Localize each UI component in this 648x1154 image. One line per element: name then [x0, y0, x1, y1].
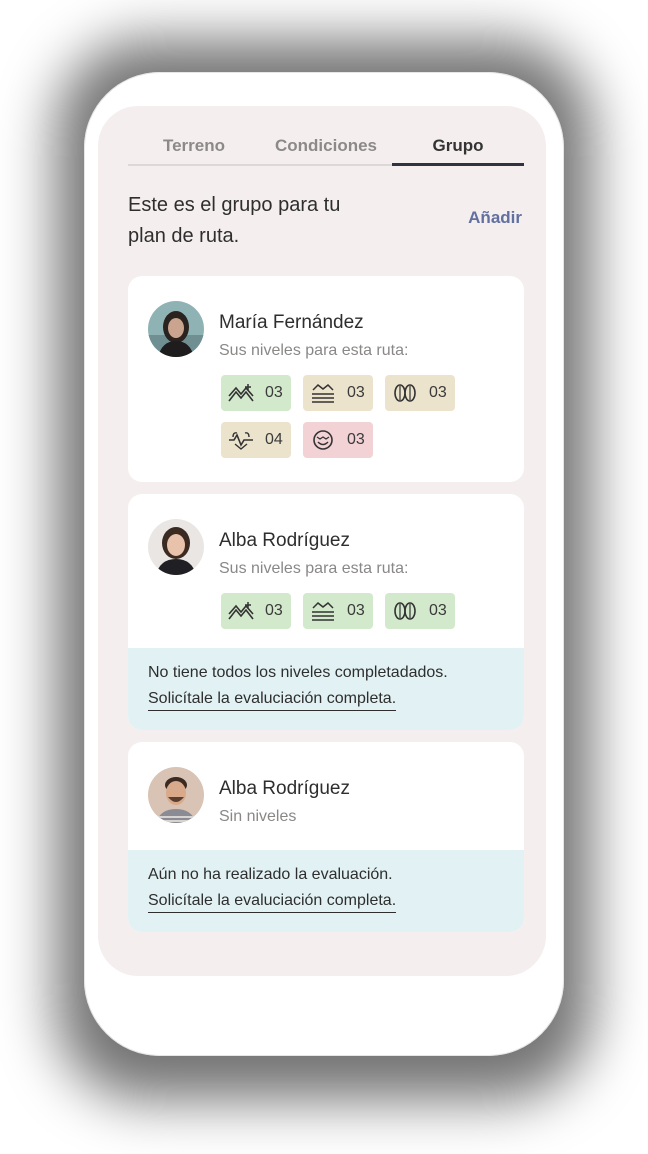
footprints-icon — [394, 384, 416, 402]
level-value: 03 — [347, 384, 365, 401]
level-chip: 04 — [221, 422, 291, 458]
level-list: 03 03 03 — [221, 593, 511, 633]
member-card[interactable]: Alba Rodríguez Sin niveles Aún no ha rea… — [128, 742, 524, 932]
avatar — [148, 519, 204, 575]
request-evaluation-link[interactable]: Solicítale la evaluciación completa. — [148, 688, 397, 711]
footprints-icon — [394, 602, 416, 620]
intro-text: Este es el grupo para tu plan de ruta. — [128, 194, 341, 247]
level-value: 03 — [265, 602, 283, 619]
level-chip: 03 — [303, 375, 373, 411]
app-screen: Terreno Condiciones Grupo Este es el gru… — [98, 106, 546, 976]
add-member-button[interactable]: Añadir — [468, 208, 522, 228]
mountain-sparkle-icon — [228, 384, 254, 402]
water-waves-icon — [312, 383, 334, 403]
tab-grupo[interactable]: Grupo — [392, 130, 524, 166]
incomplete-levels-notice: No tiene todos los niveles completadados… — [128, 648, 524, 730]
level-chip: 03 — [303, 593, 373, 629]
member-card[interactable]: María Fernández Sus niveles para esta ru… — [128, 276, 524, 482]
notice-text: Aún no ha realizado la evaluación. — [148, 866, 393, 883]
level-chip: 03 — [385, 593, 455, 629]
level-chip: 03 — [385, 375, 455, 411]
request-evaluation-link[interactable]: Solicítale la evaluciación completa. — [148, 890, 397, 913]
level-value: 04 — [265, 431, 283, 448]
tab-bar: Terreno Condiciones Grupo — [128, 130, 524, 166]
face-icon — [313, 430, 333, 450]
tab-terreno[interactable]: Terreno — [128, 130, 260, 164]
level-value: 03 — [347, 431, 365, 448]
member-card[interactable]: Alba Rodríguez Sus niveles para esta rut… — [128, 494, 524, 730]
tab-condiciones[interactable]: Condiciones — [260, 130, 392, 164]
member-subtitle: Sus niveles para esta ruta: — [219, 560, 409, 577]
level-value: 03 — [347, 602, 365, 619]
level-value: 03 — [429, 384, 447, 401]
notice-text: No tiene todos los niveles completadados… — [148, 664, 448, 681]
member-name: María Fernández — [219, 312, 364, 333]
level-list: 03 03 03 04 03 — [221, 375, 511, 459]
avatar — [148, 301, 204, 357]
member-subtitle: Sus niveles para esta ruta: — [219, 342, 409, 359]
level-chip: 03 — [303, 422, 373, 458]
water-waves-icon — [312, 601, 334, 621]
level-chip: 03 — [221, 375, 291, 411]
stage: Terreno Condiciones Grupo Este es el gru… — [0, 0, 648, 1154]
no-evaluation-notice: Aún no ha realizado la evaluación. Solic… — [128, 850, 524, 932]
member-subtitle: Sin niveles — [219, 808, 297, 825]
mountain-sparkle-icon — [228, 602, 254, 620]
avatar — [148, 767, 204, 823]
level-chip: 03 — [221, 593, 291, 629]
heartbeat-icon — [229, 432, 253, 450]
level-value: 03 — [429, 602, 447, 619]
member-name: Alba Rodríguez — [219, 778, 350, 799]
member-name: Alba Rodríguez — [219, 530, 350, 551]
level-value: 03 — [265, 384, 283, 401]
